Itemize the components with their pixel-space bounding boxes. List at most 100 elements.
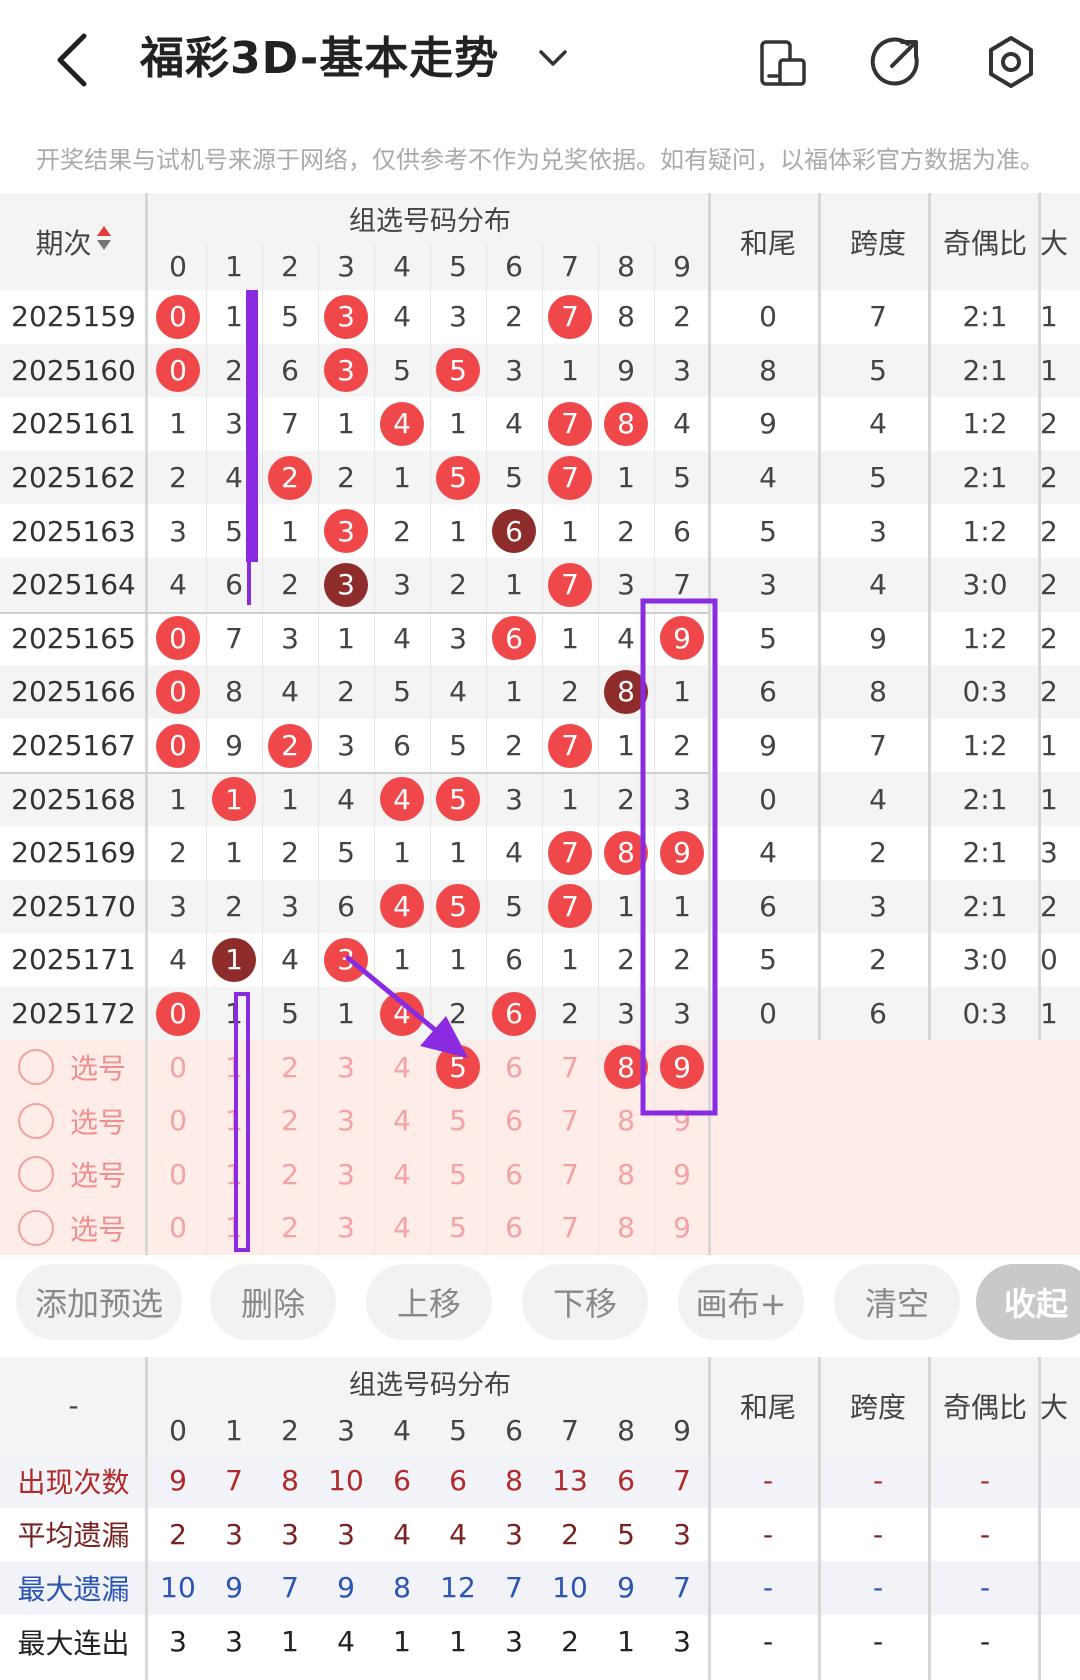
select-digit-cell[interactable]: 3 [318,1148,374,1202]
select-radio-icon[interactable] [18,1209,54,1246]
selectable-number[interactable]: 1 [225,1051,243,1084]
select-digit-cell[interactable]: 4 [374,1094,430,1148]
selectable-number[interactable]: 7 [561,1104,579,1137]
action-button[interactable]: 下移 [522,1264,648,1340]
select-digit-cell[interactable]: 5 [430,1094,486,1148]
selectable-number[interactable]: 3 [337,1104,355,1137]
select-digit-cell[interactable]: 2 [262,1040,318,1094]
select-digit-cell[interactable]: 1 [206,1094,262,1148]
select-digit-cell[interactable]: 3 [318,1201,374,1255]
chevron-down-icon[interactable] [535,40,571,76]
selectable-number[interactable]: 7 [561,1211,579,1244]
selectable-number[interactable]: 7 [561,1158,579,1191]
select-digit-cell[interactable]: 0 [150,1040,206,1094]
selectable-number[interactable]: 0 [169,1051,187,1084]
selectable-number[interactable]: 0 [169,1211,187,1244]
back-arrow-icon[interactable] [50,30,100,90]
select-digit-cell[interactable]: 9 [654,1040,710,1094]
period-column-header[interactable]: 期次 [0,193,147,290]
selectable-number[interactable]: 2 [281,1211,299,1244]
selectable-number[interactable]: 4 [393,1158,411,1191]
selectable-number[interactable]: 9 [673,1211,691,1244]
selectable-number[interactable]: 4 [393,1051,411,1084]
selectable-number[interactable]: 5 [449,1211,467,1244]
select-digit-cell[interactable]: 9 [654,1148,710,1202]
select-digit-cell[interactable]: 7 [542,1148,598,1202]
selectable-number[interactable]: 1 [225,1158,243,1191]
selectable-number[interactable]: 2 [281,1158,299,1191]
select-radio-icon[interactable] [18,1156,54,1193]
selectable-number[interactable]: 6 [505,1158,523,1191]
select-digit-cell[interactable]: 6 [486,1148,542,1202]
selectable-number[interactable]: 3 [337,1158,355,1191]
share-icon[interactable] [868,34,924,90]
select-radio-icon[interactable] [18,1049,54,1086]
selectable-number[interactable]: 1 [225,1211,243,1244]
sort-toggle-icon[interactable] [96,224,112,259]
select-digit-cell[interactable]: 8 [598,1148,654,1202]
selectable-number[interactable]: 6 [505,1211,523,1244]
selectable-number[interactable]: 4 [393,1211,411,1244]
select-digit-cell[interactable]: 2 [262,1201,318,1255]
selectable-number[interactable]: 5 [449,1104,467,1137]
selectable-number[interactable]: 3 [337,1211,355,1244]
select-digit-cell[interactable]: 8 [598,1094,654,1148]
select-digit-cell[interactable]: 5 [430,1148,486,1202]
collapse-button[interactable]: 收起 [976,1264,1080,1340]
select-digit-cell[interactable]: 9 [654,1094,710,1148]
selectable-number[interactable]: 8 [617,1158,635,1191]
selectable-number[interactable]: 1 [225,1104,243,1137]
layout-toggle-icon[interactable] [758,38,808,88]
selectable-number[interactable]: 9 [673,1104,691,1137]
select-digit-cell[interactable]: 6 [486,1040,542,1094]
selectable-number[interactable]: 5 [449,1158,467,1191]
settings-icon[interactable] [986,34,1036,90]
select-digit-cell[interactable]: 7 [542,1094,598,1148]
select-digit-cell[interactable]: 5 [430,1201,486,1255]
selectable-number[interactable]: 2 [281,1104,299,1137]
selected-number-ball[interactable]: 8 [604,1045,648,1090]
action-button[interactable]: 删除 [210,1264,336,1340]
selectable-number[interactable]: 0 [169,1104,187,1137]
select-digit-cell[interactable]: 3 [318,1040,374,1094]
select-radio-icon[interactable] [18,1102,54,1139]
selectable-number[interactable]: 6 [505,1051,523,1084]
select-digit-cell[interactable]: 0 [150,1094,206,1148]
select-digit-cell[interactable]: 0 [150,1148,206,1202]
select-digit-cell[interactable]: 0 [150,1201,206,1255]
action-button[interactable]: 画布+ [678,1264,804,1340]
select-digit-cell[interactable]: 1 [206,1040,262,1094]
action-button[interactable]: 清空 [834,1264,960,1340]
select-digit-cell[interactable]: 2 [262,1148,318,1202]
select-digit-cell[interactable]: 2 [262,1094,318,1148]
selectable-number[interactable]: 6 [505,1104,523,1137]
select-digit-cell[interactable]: 4 [374,1040,430,1094]
select-digit-cell[interactable]: 6 [486,1094,542,1148]
select-digit-cell[interactable]: 6 [486,1201,542,1255]
selectable-number[interactable]: 7 [561,1051,579,1084]
selected-number-ball[interactable]: 9 [660,1045,704,1090]
select-row-toggle[interactable]: 选号 [18,1148,143,1202]
select-digit-cell[interactable]: 9 [654,1201,710,1255]
select-digit-cell[interactable]: 1 [206,1148,262,1202]
select-digit-cell[interactable]: 7 [542,1201,598,1255]
select-digit-cell[interactable]: 7 [542,1040,598,1094]
select-row-toggle[interactable]: 选号 [18,1201,143,1255]
select-row-toggle[interactable]: 选号 [18,1094,143,1148]
select-digit-cell[interactable]: 1 [206,1201,262,1255]
select-digit-cell[interactable]: 3 [318,1094,374,1148]
select-digit-cell[interactable]: 5 [430,1040,486,1094]
selectable-number[interactable]: 9 [673,1158,691,1191]
selectable-number[interactable]: 3 [337,1051,355,1084]
selectable-number[interactable]: 0 [169,1158,187,1191]
selectable-number[interactable]: 8 [617,1211,635,1244]
select-digit-cell[interactable]: 4 [374,1201,430,1255]
selectable-number[interactable]: 8 [617,1104,635,1137]
select-row-toggle[interactable]: 选号 [18,1040,143,1094]
select-digit-cell[interactable]: 8 [598,1040,654,1094]
action-button[interactable]: 添加预选 [16,1264,182,1340]
selected-number-ball[interactable]: 5 [436,1045,480,1090]
selectable-number[interactable]: 2 [281,1051,299,1084]
select-digit-cell[interactable]: 4 [374,1148,430,1202]
selectable-number[interactable]: 4 [393,1104,411,1137]
